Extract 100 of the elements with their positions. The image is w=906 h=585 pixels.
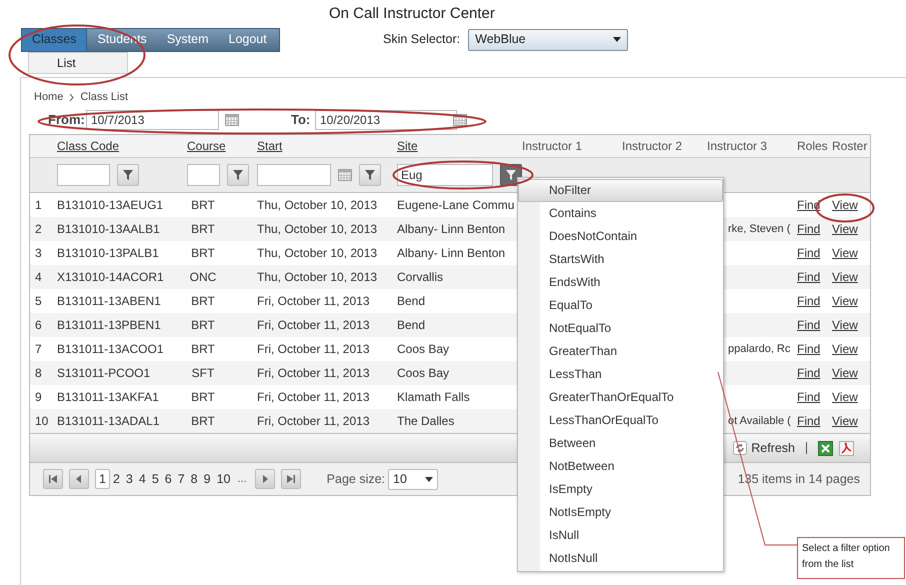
previous-page-button[interactable]: [69, 469, 89, 489]
find-link[interactable]: Find: [797, 222, 820, 236]
next-page-button[interactable]: [254, 469, 275, 489]
page-size-dropdown[interactable]: 10: [388, 468, 438, 490]
find-link[interactable]: Find: [797, 366, 820, 380]
page-number[interactable]: 7: [174, 469, 188, 489]
pdf-export-button[interactable]: [839, 440, 854, 456]
view-link[interactable]: View: [832, 270, 858, 284]
last-page-button[interactable]: [280, 469, 301, 489]
view-link[interactable]: View: [832, 246, 858, 260]
filter-field[interactable]: [57, 164, 110, 186]
find-link[interactable]: Find: [797, 294, 820, 308]
table-cell: SFT: [192, 366, 214, 380]
skin-selector-dropdown[interactable]: WebBlue: [468, 28, 628, 50]
next-page-icon: [260, 475, 269, 483]
table-cell: B131010-13PALB1: [57, 246, 159, 260]
row-number: 1: [35, 198, 42, 212]
find-link[interactable]: Find: [797, 270, 820, 284]
find-link[interactable]: Find: [797, 342, 820, 356]
page-number[interactable]: 3: [122, 469, 136, 489]
filter-option[interactable]: NotEqualTo: [518, 317, 723, 340]
view-link[interactable]: View: [832, 366, 858, 380]
filter-option[interactable]: NotIsNull: [518, 547, 723, 570]
from-date-field[interactable]: 10/7/2013: [86, 110, 219, 130]
find-link[interactable]: Find: [797, 246, 820, 260]
table-cell: BRT: [191, 318, 215, 332]
menu-item[interactable]: System: [156, 28, 218, 50]
refresh-button[interactable]: Refresh: [733, 438, 795, 458]
filter-option[interactable]: NoFilter: [518, 179, 723, 202]
table-cell: BRT: [191, 414, 215, 428]
find-link[interactable]: Find: [797, 414, 820, 428]
filter-option[interactable]: NotIsEmpty: [518, 501, 723, 524]
page-number[interactable]: 6: [162, 469, 175, 489]
breadcrumb-item[interactable]: Home: [34, 88, 64, 106]
page-number[interactable]: 8: [188, 469, 201, 489]
column-header[interactable]: Class Code: [57, 139, 120, 153]
page-number[interactable]: 2: [110, 469, 123, 489]
filter-option[interactable]: GreaterThanOrEqualTo: [518, 386, 723, 409]
table-cell: Coos Bay: [397, 342, 450, 356]
filter-option[interactable]: EqualTo: [518, 294, 723, 317]
filter-option[interactable]: Between: [518, 432, 723, 455]
calendar-icon: [338, 169, 352, 181]
filter-button[interactable]: [227, 164, 249, 186]
page-number[interactable]: 9: [200, 469, 214, 489]
column-header[interactable]: Course: [187, 139, 226, 153]
column-header: Instructor 2: [622, 139, 682, 153]
filter-option[interactable]: EndsWith: [518, 271, 723, 294]
table-cell: BRT: [191, 246, 215, 260]
filter-option[interactable]: NotBetween: [518, 455, 723, 478]
page-title: On Call Instructor Center: [329, 5, 495, 22]
annotation-callout: Select a filter option from the list: [797, 537, 905, 579]
view-link[interactable]: View: [832, 318, 858, 332]
column-header[interactable]: Site: [397, 139, 418, 153]
view-link[interactable]: View: [832, 414, 858, 428]
row-number: 8: [35, 366, 42, 380]
filter-field[interactable]: Eug: [397, 164, 493, 186]
first-page-icon: [49, 475, 57, 483]
filter-option[interactable]: IsEmpty: [518, 478, 723, 501]
view-link[interactable]: View: [832, 222, 858, 236]
page-number[interactable]: 4: [136, 469, 149, 489]
table-cell: Fri, October 11, 2013: [257, 294, 370, 308]
filter-option[interactable]: DoesNotContain: [518, 225, 723, 248]
page-number[interactable]: 5: [148, 469, 162, 489]
submenu-item[interactable]: List: [29, 53, 127, 73]
filter-option[interactable]: GreaterThan: [518, 340, 723, 363]
view-link[interactable]: View: [832, 294, 858, 308]
column-header[interactable]: Start: [257, 139, 282, 153]
filter-field[interactable]: [187, 164, 220, 186]
row-number: 6: [35, 318, 42, 332]
filter-option[interactable]: StartsWith: [518, 248, 723, 271]
calendar-icon: [225, 114, 239, 126]
table-cell: B131011-13ADAL1: [57, 414, 160, 428]
filter-option[interactable]: IsNull: [518, 524, 723, 547]
excel-export-button[interactable]: [818, 440, 833, 456]
caret-icon: [613, 37, 622, 42]
view-link[interactable]: View: [832, 390, 858, 404]
menu-item[interactable]: Logout: [218, 28, 277, 50]
filter-button[interactable]: [359, 164, 381, 186]
more-pages-button[interactable]: ...: [233, 470, 251, 488]
table-cell: B131011-13PBEN1: [57, 318, 161, 332]
caret-icon: [425, 476, 434, 482]
filter-option[interactable]: LessThanOrEqualTo: [518, 409, 723, 432]
find-link[interactable]: Find: [797, 390, 820, 404]
first-page-button[interactable]: [43, 469, 63, 489]
table-cell: Fri, October 11, 2013: [257, 318, 370, 332]
breadcrumb-item[interactable]: Class List: [80, 88, 128, 106]
page-number[interactable]: 10: [214, 469, 234, 489]
find-link[interactable]: Find: [797, 318, 820, 332]
previous-page-icon: [75, 475, 83, 483]
filter-option[interactable]: Contains: [518, 202, 723, 225]
table-cell: BRT: [191, 294, 215, 308]
page-number[interactable]: 1: [95, 469, 110, 489]
to-label: To:: [291, 111, 312, 130]
filter-button[interactable]: [117, 164, 139, 186]
view-link[interactable]: View: [832, 342, 858, 356]
table-cell: Thu, October 10, 2013: [257, 222, 378, 236]
row-number: 10: [35, 414, 48, 428]
filter-option[interactable]: LessThan: [518, 363, 723, 386]
filter-field[interactable]: [257, 164, 331, 186]
row-number: 3: [35, 246, 42, 260]
